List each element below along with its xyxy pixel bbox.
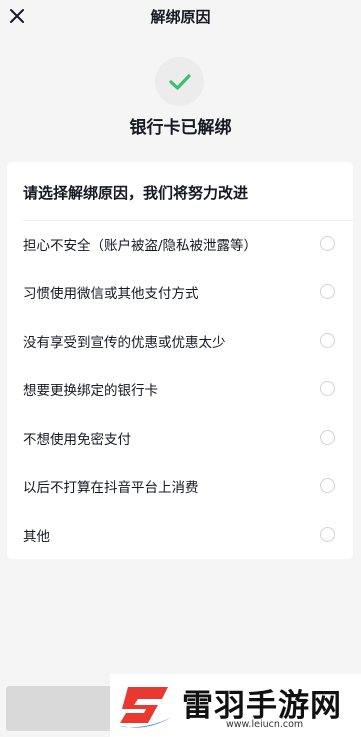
submit-button[interactable] [6,686,111,731]
page-title: 解绑原因 [150,8,211,26]
status-title: 银行卡已解绑 [129,118,232,138]
radio-button[interactable] [320,478,335,493]
reason-label: 担心不安全（账户被盗/隐私被泄露等） [23,238,258,254]
reason-option[interactable]: 其他 [7,511,353,559]
success-badge [155,57,204,106]
reason-label: 以后不打算在抖音平台上消费 [23,480,199,496]
radio-button[interactable] [320,527,335,542]
reason-option[interactable]: 想要更换绑定的银行卡 [7,365,353,413]
top-bar: 解绑原因 [0,0,361,34]
radio-button[interactable] [320,236,335,251]
radio-button[interactable] [320,284,335,299]
reason-label: 想要更换绑定的银行卡 [23,383,158,399]
reason-label: 习惯使用微信或其他支付方式 [23,286,199,302]
reason-option[interactable]: 习惯使用微信或其他支付方式 [7,268,353,316]
reason-option[interactable]: 不想使用免密支付 [7,414,353,462]
reason-option[interactable]: 没有享受到宣传的优惠或优惠太少 [7,317,353,365]
reason-label: 其他 [23,529,50,545]
reason-option[interactable]: 担心不安全（账户被盗/隐私被泄露等） [7,220,353,268]
reason-option[interactable]: 以后不打算在抖音平台上消费 [7,462,353,510]
watermark: 雷羽手游网 www.leiucn.com [110,674,361,737]
radio-button[interactable] [320,430,335,445]
radio-button[interactable] [320,381,335,396]
watermark-url: www.leiucn.com [226,719,304,730]
watermark-logo-icon [118,687,172,728]
reason-heading: 请选择解绑原因，我们将努力改进 [23,184,249,202]
checkmark-icon [168,73,191,90]
radio-button[interactable] [320,333,335,348]
reason-card: 请选择解绑原因，我们将努力改进 担心不安全（账户被盗/隐私被泄露等） 习惯使用微… [7,162,353,559]
reason-label: 没有享受到宣传的优惠或优惠太少 [23,335,226,351]
reason-label: 不想使用免密支付 [23,432,131,448]
